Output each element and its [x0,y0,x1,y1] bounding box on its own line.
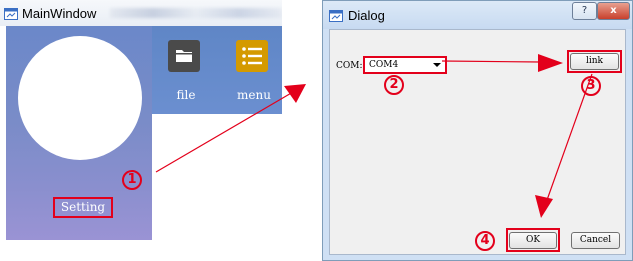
dialog-title: Dialog [348,8,385,23]
com-port-value: COM4 [369,60,399,70]
toolbar: file menu [152,26,282,114]
arrowhead-setting-to-dialog [284,84,306,103]
side-panel: Setting [6,26,152,240]
file-button[interactable]: file [152,26,212,114]
help-button[interactable]: ? [572,2,597,20]
window-app-icon [329,10,343,22]
menu-button[interactable]: menu [220,26,280,114]
menu-label: menu [237,88,271,102]
setting-button[interactable]: Setting [53,197,113,218]
file-label: file [176,88,196,102]
step-badge-4: 4 [475,231,495,251]
dialog-window: Dialog ? x COM: COM4 link OK Cancel [322,0,633,261]
main-window-title: MainWindow [22,6,97,21]
main-window-titlebar: MainWindow [0,0,282,26]
close-button[interactable]: x [597,2,630,20]
dialog-client-area: COM: COM4 link OK Cancel [329,29,626,255]
window-app-icon [4,8,18,20]
ok-button[interactable]: OK [509,232,557,249]
com-label: COM: [336,61,363,71]
dialog-titlebar: Dialog ? x [323,1,632,29]
step-badge-1: 1 [122,170,142,190]
list-menu-icon [236,40,268,72]
avatar[interactable] [18,36,142,160]
cancel-button[interactable]: Cancel [571,232,620,249]
com-port-select[interactable]: COM4 [363,56,447,74]
titlebar-blur [110,8,282,18]
screenshot-stage: MainWindow Setting file menu Dialog ? x … [0,0,633,261]
step-badge-2: 2 [384,75,404,95]
link-button[interactable]: link [570,53,619,70]
chevron-down-icon [433,63,441,67]
step-badge-3: 3 [581,76,601,96]
folder-icon [168,40,200,72]
main-window: MainWindow Setting file menu [0,0,282,240]
